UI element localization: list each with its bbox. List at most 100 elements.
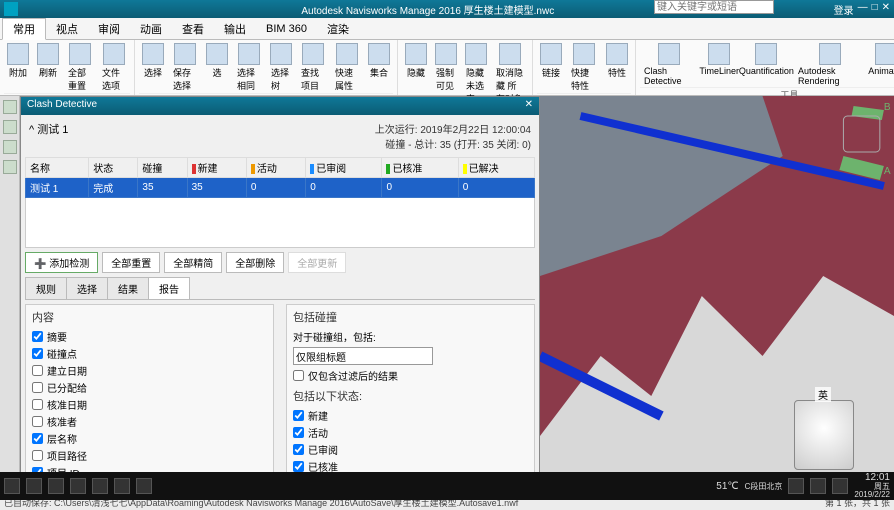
ime-label: 英 <box>815 387 831 402</box>
status-checkbox[interactable] <box>293 410 304 421</box>
table-header[interactable]: 已核准 <box>382 158 458 178</box>
content-checkbox[interactable] <box>32 331 43 342</box>
rail-icon[interactable] <box>3 100 17 114</box>
rail-icon[interactable] <box>3 140 17 154</box>
ribbon-button[interactable]: 隐藏 <box>402 42 430 80</box>
keyword-search-input[interactable] <box>654 0 774 14</box>
table-header[interactable]: 已解决 <box>458 158 534 178</box>
weather-loc[interactable]: C段田北京 <box>745 481 783 492</box>
test-name[interactable]: ^ 测试 1 <box>29 121 68 151</box>
start-button[interactable] <box>4 478 20 494</box>
toolbar-button[interactable]: 全部重置 <box>102 252 160 273</box>
ribbon-button[interactable]: 快速属性 <box>331 42 363 93</box>
subtab[interactable]: 结果 <box>107 277 149 299</box>
panel-close-icon[interactable]: ✕ <box>525 99 533 113</box>
tray-icon[interactable] <box>810 478 826 494</box>
ribbon-button[interactable]: 强制可见 <box>432 42 460 93</box>
ribbon-button[interactable]: 快捷特性 <box>567 42 601 93</box>
ribbon-button[interactable]: 附加 <box>4 42 32 80</box>
ribbon-button[interactable]: TimeLiner <box>700 42 739 77</box>
content-checkbox[interactable] <box>32 382 43 393</box>
taskbar-app-icon[interactable] <box>26 478 42 494</box>
ribbon-button[interactable]: Animator <box>868 42 894 77</box>
login-link[interactable]: 登录 <box>834 2 854 17</box>
panel-title-bar[interactable]: Clash Detective ✕ <box>21 97 539 115</box>
content-checkbox[interactable] <box>32 399 43 410</box>
toolbar-button[interactable]: 全部删除 <box>226 252 284 273</box>
ribbon-button[interactable]: Clash Detective <box>640 42 698 87</box>
menu-item-7[interactable]: 渲染 <box>317 19 359 39</box>
ribbon-button[interactable]: 全部重置 <box>64 42 96 93</box>
tray-icon[interactable] <box>788 478 804 494</box>
table-cell[interactable]: 测试 1 <box>26 178 89 198</box>
table-header[interactable]: 新建 <box>187 158 246 178</box>
taskbar-app-icon[interactable] <box>92 478 108 494</box>
menu-item-6[interactable]: BIM 360 <box>256 21 317 37</box>
subtab[interactable]: 选择 <box>66 277 108 299</box>
table-header[interactable]: 名称 <box>26 158 89 178</box>
ribbon-button[interactable]: 链接 <box>537 42 565 80</box>
content-checkbox[interactable] <box>32 450 43 461</box>
rail-icon[interactable] <box>3 120 17 134</box>
ribbon-button[interactable]: Autodesk Rendering <box>794 42 866 87</box>
maximize-icon[interactable]: □ <box>872 2 878 17</box>
ribbon-button[interactable]: 选择 <box>139 42 167 80</box>
content-checkbox[interactable] <box>32 348 43 359</box>
tests-table[interactable]: 名称状态碰撞新建活动已审阅已核准已解决 测试 1完成35350000 <box>25 157 535 198</box>
table-header[interactable]: 活动 <box>246 158 305 178</box>
ribbon-button[interactable]: 选择相同 <box>233 42 265 93</box>
taskbar-app-icon[interactable] <box>48 478 64 494</box>
taskbar-app-icon[interactable] <box>70 478 86 494</box>
table-row[interactable]: 测试 1完成35350000 <box>26 178 535 198</box>
subtab[interactable]: 规则 <box>25 277 67 299</box>
ime-avatar[interactable]: 英 <box>794 400 854 470</box>
taskbar-app-icon[interactable] <box>114 478 130 494</box>
table-header[interactable]: 状态 <box>89 158 138 178</box>
ribbon-button[interactable]: 刷新 <box>34 42 62 80</box>
toolbar-button: 全部更新 <box>288 252 346 273</box>
content-checkbox[interactable] <box>32 365 43 376</box>
rail-icon[interactable] <box>3 160 17 174</box>
filter-checkbox[interactable] <box>293 370 304 381</box>
table-header[interactable]: 已审阅 <box>306 158 382 178</box>
group-select[interactable]: 仅限组标题 <box>293 347 433 365</box>
subtab[interactable]: 报告 <box>148 277 190 299</box>
table-cell[interactable]: 0 <box>246 178 305 198</box>
taskbar-app-icon[interactable] <box>136 478 152 494</box>
ribbon-button[interactable]: 选择树 <box>267 42 295 93</box>
ribbon-button[interactable]: 保存选择 <box>169 42 201 93</box>
toolbar-button[interactable]: 全部精简 <box>164 252 222 273</box>
menu-item-2[interactable]: 审阅 <box>88 19 130 39</box>
menu-item-4[interactable]: 查看 <box>172 19 214 39</box>
menu-item-1[interactable]: 视点 <box>46 19 88 39</box>
weather-text[interactable]: 51℃ <box>716 481 738 492</box>
ribbon-button[interactable]: Quantification <box>741 42 792 77</box>
ribbon-group: 附加刷新全部重置文件选项项目 ▾ <box>0 40 135 95</box>
table-cell[interactable]: 0 <box>306 178 382 198</box>
toolbar-button[interactable]: ➕ 添加检测 <box>25 252 98 273</box>
content-checkbox[interactable] <box>32 433 43 444</box>
minimize-icon[interactable]: — <box>858 2 868 17</box>
ribbon-button[interactable]: 文件选项 <box>98 42 130 93</box>
menu-item-0[interactable]: 常用 <box>2 18 46 40</box>
ribbon-button[interactable]: 查找项目 <box>297 42 329 93</box>
ribbon-button[interactable]: 选 <box>203 42 231 80</box>
table-cell[interactable]: 35 <box>138 178 187 198</box>
table-cell[interactable]: 完成 <box>89 178 138 198</box>
status-checkbox[interactable] <box>293 427 304 438</box>
table-cell[interactable]: 35 <box>187 178 246 198</box>
menu-item-3[interactable]: 动画 <box>130 19 172 39</box>
content-checkbox[interactable] <box>32 416 43 427</box>
menu-item-5[interactable]: 输出 <box>214 19 256 39</box>
table-header[interactable]: 碰撞 <box>138 158 187 178</box>
ribbon-button[interactable]: 特性 <box>603 42 631 80</box>
menu-bar: 常用视点审阅动画查看输出BIM 360渲染 <box>0 18 894 40</box>
status-checkbox[interactable] <box>293 461 304 472</box>
status-checkbox[interactable] <box>293 444 304 455</box>
ribbon-button[interactable]: 集合 <box>365 42 393 80</box>
table-cell[interactable]: 0 <box>458 178 534 198</box>
tray-icon[interactable] <box>832 478 848 494</box>
windows-taskbar[interactable]: 51℃ C段田北京 12:01 周五 2019/2/22 <box>0 472 894 500</box>
close-icon[interactable]: ✕ <box>882 2 890 17</box>
table-cell[interactable]: 0 <box>382 178 458 198</box>
